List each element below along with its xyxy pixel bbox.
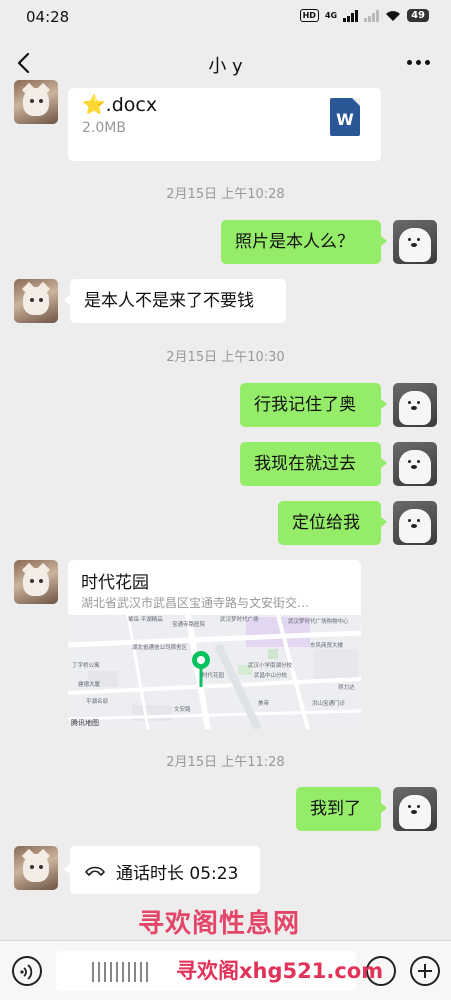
message-bubble-outgoing[interactable]: 定位给我	[278, 501, 387, 545]
message-bubble-outgoing[interactable]: 照片是本人么？	[221, 220, 387, 264]
map-label: 宝通寺路医院	[172, 622, 206, 628]
map-label: 时代花园	[202, 673, 225, 679]
my-avatar[interactable]	[393, 442, 437, 486]
map-label: 湖北省通信公司宿舍区	[132, 645, 188, 651]
timestamp-separator: 2月15日 上午10:30	[166, 350, 285, 365]
watermark-stripe	[92, 962, 152, 982]
map-label: 得力达	[338, 685, 355, 691]
map-label: 东风商贸大楼	[310, 643, 344, 649]
signal-icon-2	[364, 9, 380, 22]
file-size: 2.0MB	[82, 120, 126, 136]
file-name: ⭐.docx	[82, 94, 158, 116]
word-doc-icon: W	[330, 98, 360, 136]
signal-icon	[343, 9, 359, 22]
voice-input-button[interactable]	[12, 956, 42, 986]
map-graphic	[68, 615, 361, 729]
my-avatar[interactable]	[393, 220, 437, 264]
timestamp-separator: 2月15日 上午10:28	[166, 187, 285, 202]
file-message[interactable]: ⭐.docx 2.0MB W	[68, 88, 381, 161]
map-label: 紫岳·平湖精品	[128, 617, 163, 623]
more-options-button[interactable]	[405, 52, 431, 72]
watermark-url: 寻欢阁xhg521.com	[176, 959, 384, 983]
location-address: 湖北省武汉市武昌区宝通寺路与文安街交…	[81, 596, 310, 610]
contact-avatar[interactable]	[14, 846, 58, 890]
chat-header: 小 y	[0, 36, 451, 92]
status-icons: HD 4G 49	[299, 9, 429, 22]
map-label: 建德大厦	[78, 682, 101, 688]
network-type: 4G	[324, 11, 338, 20]
contact-avatar[interactable]	[14, 80, 58, 124]
call-duration-text: 通话时长 05:23	[116, 864, 239, 884]
map-label: 武汉小学南湖分校	[248, 663, 293, 669]
location-message[interactable]: 时代花园 湖北省武汉市武昌区宝通寺路与文安街交… 紫岳·平湖精品 宝通寺路医院 …	[68, 560, 361, 729]
my-avatar[interactable]	[393, 383, 437, 427]
wifi-icon	[386, 10, 401, 21]
more-dots-icon	[406, 59, 412, 65]
battery-icon: 49	[407, 9, 429, 22]
my-avatar[interactable]	[393, 501, 437, 545]
call-record-message[interactable]: 通话时长 05:23	[64, 846, 260, 894]
timestamp-separator: 2月15日 上午11:28	[166, 755, 285, 770]
star-icon: ⭐	[82, 94, 106, 116]
map-label: 美帝	[258, 701, 270, 707]
my-avatar[interactable]	[393, 787, 437, 831]
phone-hangup-icon	[85, 866, 105, 876]
map-label: 武汉梦时代广场	[220, 617, 259, 623]
status-bar: 04:28 HD 4G 49	[0, 0, 451, 36]
map-label: 平湖名邸	[86, 699, 109, 705]
chat-title: 小 y	[208, 56, 243, 77]
location-name: 时代花园	[81, 573, 149, 593]
more-functions-button[interactable]	[410, 956, 440, 986]
map-preview[interactable]: 紫岳·平湖精品 宝通寺路医院 武汉梦时代广场 武汉梦时代广场购物中心 湖北省通信…	[68, 615, 361, 729]
status-time: 04:28	[26, 8, 70, 26]
map-attribution: 腾讯地图	[71, 719, 99, 727]
voice-icon	[20, 964, 33, 980]
message-bubble-outgoing[interactable]: 我现在就过去	[240, 442, 387, 486]
hd-badge: HD	[299, 9, 319, 22]
message-bubble-incoming[interactable]: 是本人不是来了不要钱	[64, 279, 286, 323]
message-bubble-outgoing[interactable]: 行我记住了奥	[240, 383, 387, 427]
message-bubble-outgoing[interactable]: 我到了	[296, 787, 387, 831]
map-label: 武昌中山分校	[254, 673, 288, 679]
contact-avatar[interactable]	[14, 560, 58, 604]
map-label: 洪山宝通门诊	[312, 701, 346, 707]
map-label: 丁字桥公寓	[72, 663, 100, 669]
map-pin-icon	[192, 651, 210, 687]
map-label: 武汉梦时代广场购物中心	[288, 619, 349, 625]
map-label: 文安路	[174, 707, 191, 713]
watermark-text: 寻欢阁性息网	[138, 909, 301, 939]
contact-avatar[interactable]	[14, 279, 58, 323]
